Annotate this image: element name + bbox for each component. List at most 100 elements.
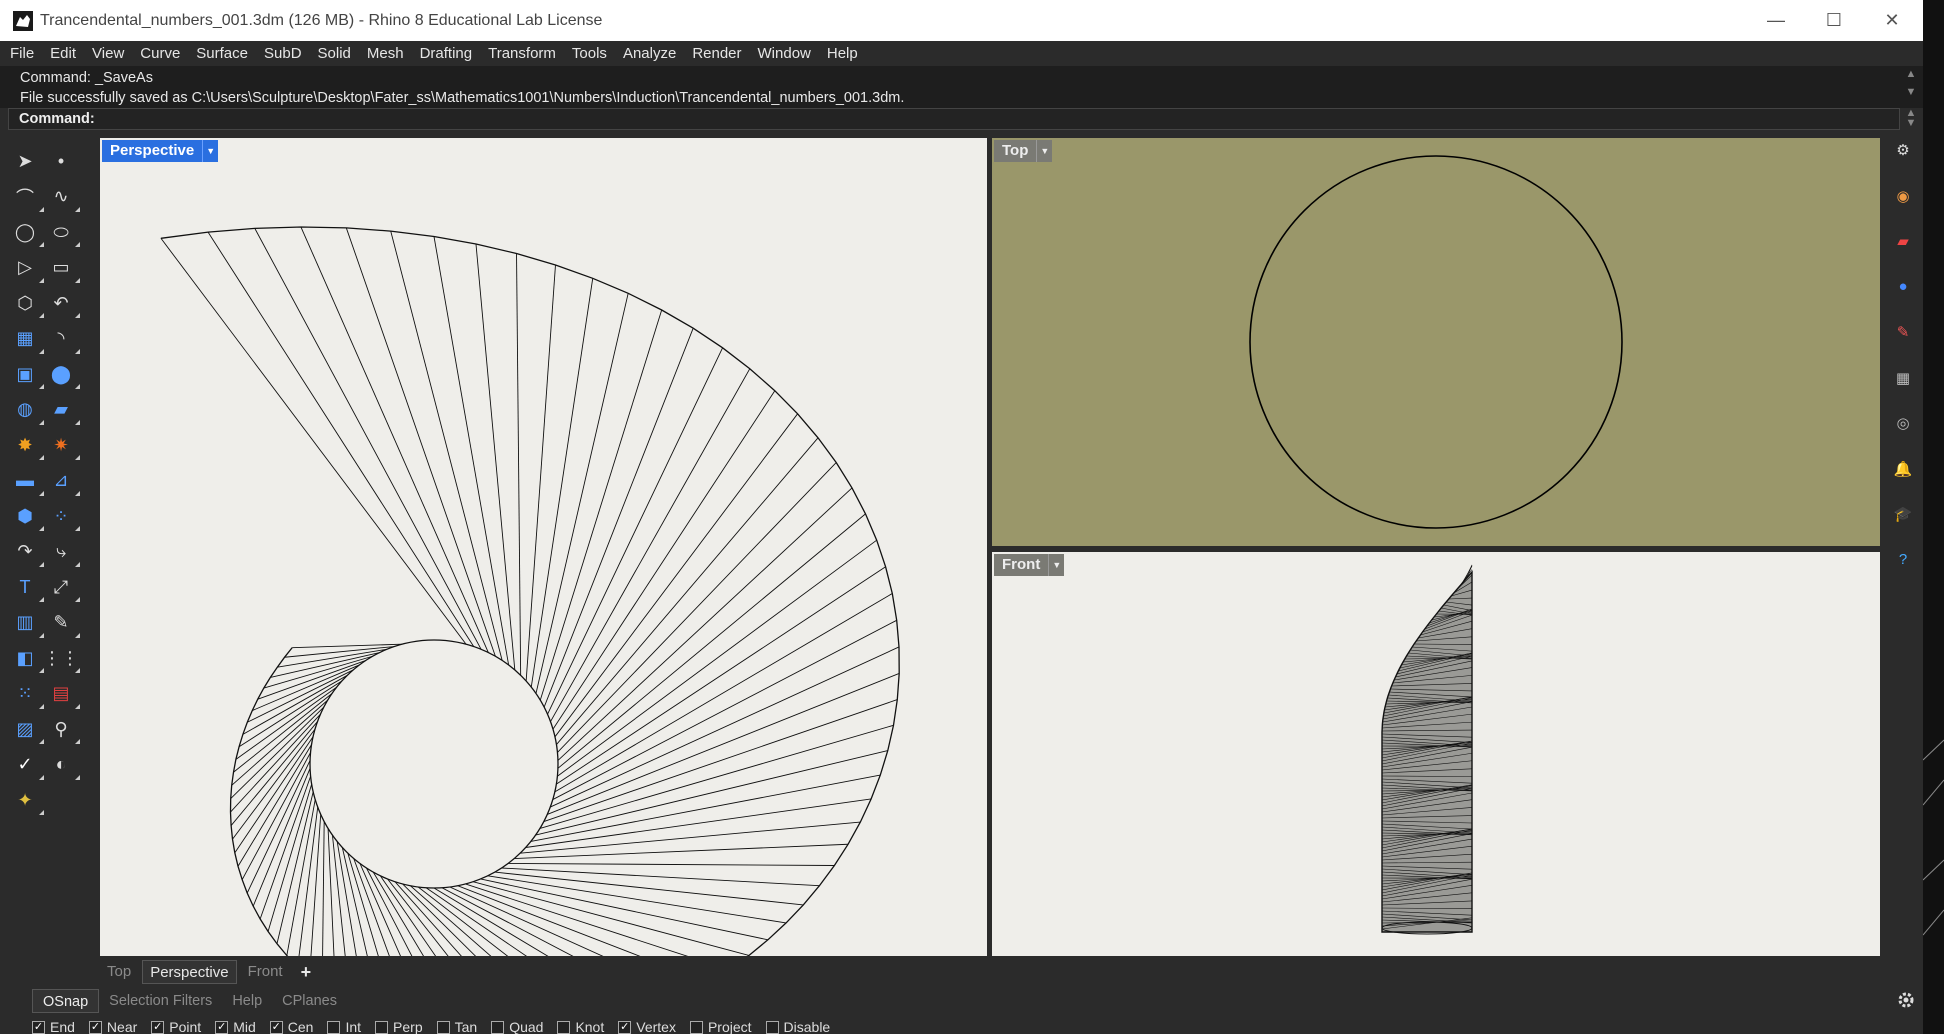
close-button[interactable]: ✕ [1863,0,1921,41]
maximize-button[interactable]: ☐ [1805,0,1863,41]
polygon-icon[interactable]: ▷ [10,253,44,283]
viewport-menu-chevron-icon[interactable]: ▼ [1048,554,1065,576]
checkbox-icon[interactable] [491,1020,505,1034]
osnap-end[interactable]: ✓ End [32,1019,75,1034]
curve-icon[interactable]: ∿ [46,182,80,212]
bell-icon[interactable]: 🔔 [1893,459,1913,479]
minimize-button[interactable]: — [1747,0,1805,41]
osnap-tan[interactable]: Tan [436,1019,477,1034]
viewport-menu-chevron-icon[interactable]: ▼ [202,140,219,162]
grid-snap-icon[interactable]: ⋮⋮ [43,643,80,673]
osnap-perp[interactable]: Perp [375,1019,423,1034]
menu-item-curve[interactable]: Curve [140,45,180,62]
ellipse-icon[interactable]: ⬭ [46,217,80,247]
menu-item-file[interactable]: File [10,45,34,62]
status-tab-selection-filters[interactable]: Selection Filters [99,989,222,1013]
front-viewport-label[interactable]: Front ▼ [994,554,1065,576]
points-cloud-icon[interactable]: ⁘ [46,501,80,531]
top-viewport[interactable]: Top ▼ [992,138,1880,546]
osnap-knot[interactable]: Knot [557,1019,604,1034]
osnap-near[interactable]: ✓ Near [88,1019,137,1034]
dimension-icon[interactable]: ▬ [10,466,44,496]
rotate-icon[interactable]: ↷ [10,537,44,567]
status-tab-cplanes[interactable]: CPlanes [272,989,347,1013]
osnap-mid[interactable]: ✓ Mid [215,1019,256,1034]
solid-union-icon[interactable]: ⬢ [10,501,44,531]
layers-icon[interactable]: ▰ [1893,231,1913,251]
color-wheel-icon[interactable]: ◉ [1893,186,1913,206]
history-scroll-down[interactable]: ▼ [1902,86,1920,98]
cylinder-icon[interactable]: ◍ [10,395,44,425]
osnap-int[interactable]: Int [327,1019,361,1034]
paint-icon[interactable]: ✦ [10,785,44,815]
checkbox-icon[interactable] [375,1020,389,1034]
menu-item-solid[interactable]: Solid [318,45,351,62]
checkbox-icon[interactable] [689,1020,703,1034]
check-icon[interactable]: ✓ [10,750,44,780]
status-tab-osnap[interactable]: OSnap [32,989,100,1013]
perspective-viewport[interactable]: Perspective ▼ [100,138,987,956]
front-viewport[interactable]: Front ▼ [992,552,1880,956]
text-icon[interactable]: T [10,572,44,602]
polyline-icon[interactable]: ⌒ [10,182,44,212]
menu-item-view[interactable]: View [92,45,124,62]
top-viewport-label[interactable]: Top ▼ [994,140,1053,162]
array-icon[interactable]: ▥ [10,608,44,638]
menu-item-surface[interactable]: Surface [196,45,248,62]
gear-icon[interactable]: ⚙ [1893,140,1913,160]
select-arrow-icon[interactable]: ➤ [10,146,40,176]
material-ball-icon[interactable]: ● [1893,277,1913,297]
scale-icon[interactable]: ⤢ [46,572,80,602]
osnap-vertex[interactable]: ✓ Vertex [618,1019,676,1034]
edit-icon[interactable]: ✎ [46,608,80,638]
layer-icon[interactable]: ▨ [10,714,44,744]
command-input[interactable]: Command: [8,108,1900,130]
settings-gear-icon[interactable] [1896,990,1916,1010]
texture-icon[interactable]: ▦ [1893,368,1913,388]
osnap-disable[interactable]: Disable [765,1019,830,1034]
point-icon[interactable]: • [46,146,76,176]
menu-item-window[interactable]: Window [758,45,811,62]
viewport-tab-top[interactable]: Top [100,960,138,984]
rectangle-icon[interactable]: ▭ [46,253,80,283]
checkbox-icon[interactable] [327,1020,341,1034]
cut-icon[interactable]: ⊿ [46,466,80,496]
checkbox-icon[interactable] [436,1020,450,1034]
box-icon[interactable]: ▣ [10,359,44,389]
history-scroll-up[interactable]: ▲ [1902,68,1920,80]
checkbox-icon[interactable] [765,1020,779,1034]
camera-icon[interactable]: ◎ [1893,413,1913,433]
perspective-viewport-label[interactable]: Perspective ▼ [102,140,219,162]
menu-item-subd[interactable]: SubD [264,45,302,62]
help-icon[interactable]: ? [1893,550,1913,570]
viewport-menu-chevron-icon[interactable]: ▼ [1036,140,1053,162]
points-grid-icon[interactable]: ⁙ [10,679,44,709]
plane-icon[interactable]: ▰ [46,395,80,425]
surface-grid-icon[interactable]: ▦ [10,324,44,354]
viewport-tab-perspective[interactable]: Perspective [142,960,237,984]
arc-icon[interactable]: ↶ [46,288,80,318]
checkbox-icon[interactable]: ✓ [215,1020,229,1034]
fillet-icon[interactable]: ◝ [46,324,80,354]
checkbox-icon[interactable] [557,1020,571,1034]
block-icon[interactable]: ◧ [10,643,44,673]
circle-icon[interactable]: ◯ [10,217,44,247]
checkbox-icon[interactable]: ✓ [32,1020,45,1034]
osnap-point[interactable]: ✓ Point [151,1019,201,1034]
menu-item-edit[interactable]: Edit [50,45,76,62]
shade-icon[interactable]: ◐ [46,750,80,780]
boolean-icon[interactable]: ⬤ [46,359,80,389]
tree-icon[interactable]: ⚲ [46,714,80,744]
command-spinner[interactable]: ▲ ▼ [1902,108,1920,129]
viewport-tab-front[interactable]: Front [241,960,290,984]
menu-item-mesh[interactable]: Mesh [367,45,404,62]
menu-item-transform[interactable]: Transform [488,45,556,62]
osnap-project[interactable]: Project [689,1019,752,1034]
burst-icon[interactable]: ✷ [46,430,80,460]
red-grid-icon[interactable]: ▤ [46,679,80,709]
menu-item-tools[interactable]: Tools [572,45,607,62]
add-viewport-tab-button[interactable]: + [294,960,319,984]
checkbox-icon[interactable]: ✓ [269,1020,283,1034]
graduation-cap-icon[interactable]: 🎓 [1893,504,1913,524]
menu-item-drafting[interactable]: Drafting [420,45,473,62]
